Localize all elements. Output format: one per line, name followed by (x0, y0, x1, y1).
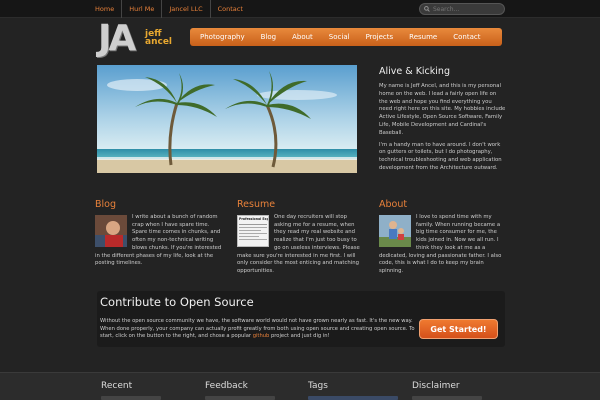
top-bar: Home Hurl Me Jancel LLC Contact (0, 0, 600, 18)
contribute-text-after: project and just dig in! (269, 333, 330, 340)
about-thumbnail[interactable] (379, 215, 411, 247)
nav-contact[interactable]: Contact (445, 28, 488, 46)
nav-projects[interactable]: Projects (358, 28, 402, 46)
intro-section: Alive & Kicking My name is Jeff Ancel, a… (379, 66, 506, 177)
blog-section: Blog I write about a bunch of random cra… (95, 199, 223, 268)
top-nav-jancel-llc[interactable]: Jancel LLC (162, 0, 211, 18)
search-box[interactable] (419, 3, 505, 15)
footer: Recent Feedback Tags Disclaimer (0, 372, 600, 400)
footer-tags-placeholder (308, 396, 398, 400)
about-section: About I love to spend time with my famil… (379, 199, 507, 276)
logo-name: jeff ancel (145, 30, 173, 47)
intro-paragraph-1: My name is Jeff Ancel, and this is my pe… (379, 83, 506, 136)
blog-thumbnail[interactable] (95, 215, 127, 247)
footer-feedback-title: Feedback (205, 381, 248, 391)
top-nav-contact[interactable]: Contact (211, 0, 250, 18)
nav-blog[interactable]: Blog (253, 28, 284, 46)
github-link[interactable]: github (253, 333, 270, 339)
nav-photography[interactable]: Photography (192, 28, 253, 46)
resume-title[interactable]: Resume (237, 199, 365, 210)
resume-thumbnail-heading: Professional Experience (239, 217, 268, 221)
get-started-button[interactable]: Get Started! (419, 319, 498, 339)
resume-section: Resume Professional Experience One day r… (237, 199, 365, 276)
nav-social[interactable]: Social (321, 28, 358, 46)
main-nav: Photography Blog About Social Projects R… (190, 28, 502, 46)
footer-feedback-placeholder (205, 396, 275, 400)
resume-thumbnail[interactable]: Professional Experience (237, 215, 269, 247)
footer-disclaimer-placeholder (412, 396, 482, 400)
about-title[interactable]: About (379, 199, 507, 210)
footer-disclaimer-title: Disclaimer (412, 381, 460, 391)
footer-recent-placeholder (101, 396, 161, 400)
top-nav: Home Hurl Me Jancel LLC Contact (88, 0, 250, 18)
search-icon (424, 6, 430, 12)
top-nav-hurl-me[interactable]: Hurl Me (122, 0, 163, 18)
contribute-text: Without the open source community we hav… (100, 318, 417, 341)
intro-title: Alive & Kicking (379, 66, 450, 77)
nav-about[interactable]: About (284, 28, 321, 46)
intro-paragraph-2: I'm a handy man to have around. I don't … (379, 141, 502, 171)
search-input[interactable] (433, 5, 503, 13)
top-nav-home[interactable]: Home (88, 0, 123, 18)
logo-initials: JA (98, 18, 136, 59)
resume-thumbnail-lines (238, 221, 268, 243)
footer-tags-title: Tags (308, 381, 328, 391)
site-logo[interactable]: JA jeff ancel (96, 18, 186, 59)
footer-recent-title: Recent (101, 381, 133, 391)
contribute-title: Contribute to Open Source (100, 295, 254, 309)
blog-title[interactable]: Blog (95, 199, 223, 210)
hero-beach-photo (97, 65, 357, 173)
logo-last-name: ancel (145, 37, 173, 47)
nav-resume[interactable]: Resume (401, 28, 445, 46)
